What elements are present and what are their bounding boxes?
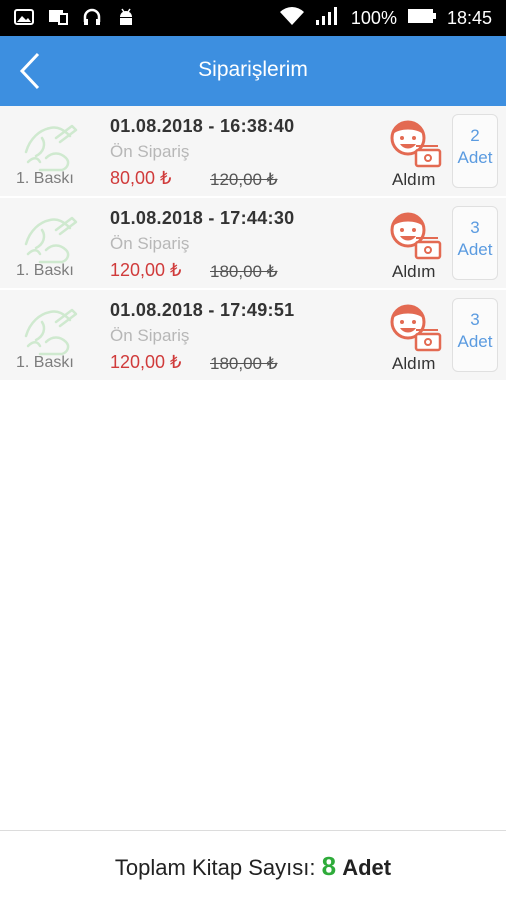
battery-percent: 100% [350,8,397,28]
headset-icon [82,7,102,27]
quantity-button[interactable]: 3 Adet [452,206,498,280]
order-old-price: 180,00 ₺ [210,262,278,281]
happy-face-money-icon[interactable] [386,298,442,354]
edition-label: 1. Baskı [16,262,74,279]
clock: 18:45 [446,8,492,28]
quantity-number: 2 [470,126,480,145]
edition-label: 1. Baskı [16,170,74,187]
quantity-unit: Adet [457,332,493,351]
happy-face-money-icon[interactable] [386,114,442,170]
total-unit: Adet [342,855,392,880]
purchased-label: Aldım [392,170,436,189]
quantity-unit: Adet [457,148,493,167]
happy-face-money-icon[interactable] [386,206,442,262]
purchased-label: Aldım [392,262,436,281]
order-price: 80,00 ₺ [110,168,172,188]
android-icon [116,7,136,27]
order-datetime: 01.08.2018 - 17:44:30 [110,208,295,228]
signature-hand-icon [24,124,78,172]
quantity-unit: Adet [457,240,493,259]
quantity-number: 3 [470,218,480,237]
order-old-price: 120,00 ₺ [210,170,278,189]
order-status: Ön Sipariş [110,326,190,345]
order-old-price: 180,00 ₺ [210,354,278,373]
order-status: Ön Sipariş [110,142,190,161]
total-books: Toplam Kitap Sayısı: 8 Adet [0,851,506,882]
cast-icon [48,7,68,27]
wifi-icon [279,6,305,31]
order-datetime: 01.08.2018 - 17:49:51 [110,300,295,320]
page-title: Siparişlerim [198,58,308,81]
status-bar: 100% 18:45 [0,0,506,36]
order-datetime: 01.08.2018 - 16:38:40 [110,116,295,136]
total-label: Toplam Kitap Sayısı: [114,855,316,880]
order-row[interactable]: 1. Baskı 01.08.2018 - 17:49:51 Ön Sipari… [0,290,506,382]
signal-icon [315,6,341,31]
quantity-button[interactable]: 3 Adet [452,298,498,372]
order-price: 120,00 ₺ [110,352,182,372]
battery-icon [407,7,437,30]
order-row[interactable]: 1. Baskı 01.08.2018 - 17:44:30 Ön Sipari… [0,198,506,290]
signature-hand-icon [24,308,78,356]
order-status: Ön Sipariş [110,234,190,253]
quantity-number: 3 [470,310,480,329]
image-icon [14,7,34,27]
quantity-button[interactable]: 2 Adet [452,114,498,188]
total-count: 8 [321,851,337,881]
footer-total: Toplam Kitap Sayısı: 8 Adet [0,830,506,901]
order-row[interactable]: 1. Baskı 01.08.2018 - 16:38:40 Ön Sipari… [0,106,506,198]
signature-hand-icon [24,216,78,264]
purchased-label: Aldım [392,354,436,373]
order-list: 1. Baskı 01.08.2018 - 16:38:40 Ön Sipari… [0,106,506,382]
edition-label: 1. Baskı [16,354,74,371]
app-bar: Siparişlerim [0,36,506,106]
order-price: 120,00 ₺ [110,260,182,280]
